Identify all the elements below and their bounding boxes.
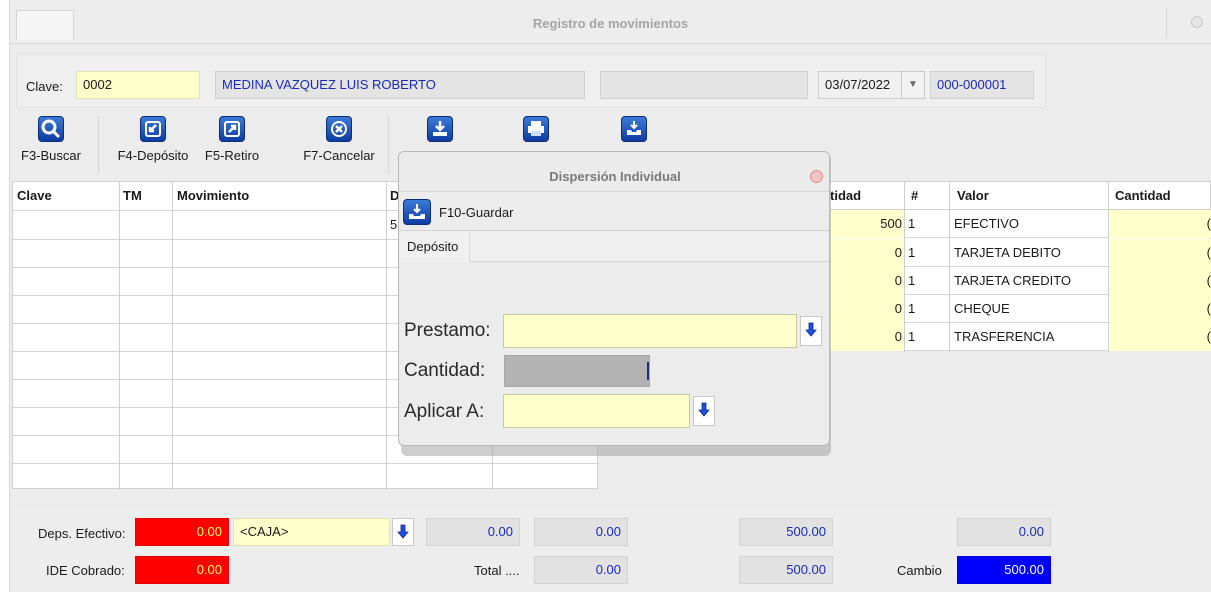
deps-efectivo-label: Deps. Efectivo: [38,526,126,541]
payment-valor: TRASFERENCIA [954,329,1055,344]
footer-value-4: 0.00 [957,518,1051,546]
date-dropdown-icon[interactable]: ▼ [901,71,925,99]
tab-deposito[interactable]: Depósito [399,232,470,262]
prestamo-dropdown-button[interactable] [800,316,822,346]
ide-cobrado-label: IDE Cobrado: [46,563,125,578]
extra-field [600,71,808,99]
payment-valor: TARJETA CREDITO [954,273,1072,288]
window-close-icon[interactable] [1191,16,1203,28]
toolbar-separator [98,116,99,174]
payment-num: 1 [908,329,916,344]
footer-value-2: 0.00 [534,518,628,546]
payments-header-num[interactable]: # [911,182,918,210]
payment-amount: 0 [830,295,904,323]
aplicar-dropdown-button[interactable] [693,396,715,426]
titlebar-separator [1166,8,1167,38]
save-tray-icon[interactable] [403,199,431,225]
total-field: 0.00 [534,556,628,584]
grid-header-clave[interactable]: Clave [17,182,52,210]
payment-cantidad[interactable]: ( [1109,323,1211,351]
footer-value-3: 500.00 [739,518,833,546]
payment-valor: EFECTIVO [954,216,1020,231]
cancel-button[interactable]: F7-Cancelar [296,116,382,174]
payment-num: 1 [908,301,916,316]
total-label: Total .... [474,563,520,578]
payment-valor: CHEQUE [954,301,1010,316]
payment-num: 1 [908,216,916,231]
dialog-close-icon[interactable] [810,170,823,183]
grid-header-movimiento[interactable]: Movimiento [177,182,249,210]
cancel-button-label: F7-Cancelar [303,148,375,163]
blue-down-arrow-icon [698,402,710,417]
payments-header-valor[interactable]: Valor [957,182,989,210]
deps-efectivo-field: 0.00 [135,518,229,546]
cambio-label: Cambio [897,563,942,578]
toolbar-separator [388,116,389,174]
payment-cantidad[interactable]: ( [1109,267,1211,295]
footer-value-5: 500.00 [739,556,833,584]
grid-header-tm[interactable]: TM [123,182,142,210]
folio-field: 000-000001 [930,71,1034,99]
payment-num: 1 [908,245,916,260]
payments-header-amount[interactable]: tidad [830,182,861,210]
cambio-field: 500.00 [957,556,1051,584]
blue-down-arrow-icon [397,524,409,539]
dialog-title: Dispersión Individual [549,169,681,184]
date-field[interactable]: 03/07/2022 [818,71,902,99]
payment-cantidad[interactable]: ( [1109,295,1211,323]
deposit-button[interactable]: F4-Depósito [112,116,194,174]
grid-col-line [172,182,173,490]
window-title: Registro de movimientos [532,16,689,31]
tray-inbox-icon [621,116,647,142]
cantidad-label: Cantidad: [404,360,486,381]
deposit-button-label: F4-Depósito [117,148,189,163]
payment-cantidad[interactable]: ( [1109,210,1211,238]
aplicar-label: Aplicar A: [404,401,485,422]
grid-row-line [13,463,599,464]
save-tray-icon [427,116,453,142]
nombre-field: MEDINA VAZQUEZ LUIS ROBERTO [215,71,585,99]
payment-amount: 0 [830,239,904,267]
withdraw-button[interactable]: F5-Retiro [204,116,260,174]
footer-value-1: 0.00 [426,518,520,546]
payment-amount: 500 [830,210,904,238]
save-button-label[interactable]: F10-Guardar [439,205,513,220]
deposit-arrow-icon [140,116,166,142]
dialog-titlebar[interactable]: Dispersión Individual [399,152,829,192]
payments-header-cantidad[interactable]: Cantidad [1115,182,1171,210]
payment-amount: 0 [830,323,904,351]
prestamo-input[interactable] [503,314,797,348]
prestamo-label: Prestamo: [404,320,491,341]
caja-select[interactable]: <CAJA> [233,518,390,546]
left-window-edge [0,0,10,592]
payment-amount: 0 [830,267,904,295]
payment-num: 1 [908,273,916,288]
window-titlebar: Registro de movimientos [10,0,1211,44]
aplicar-input[interactable] [503,394,690,428]
cantidad-input[interactable] [504,355,650,387]
dialog-toolbar: F10-Guardar [399,193,829,231]
dialog-tabstrip: Depósito [399,232,829,262]
payment-valor: TARJETA DEBITO [954,245,1061,260]
caja-dropdown-button[interactable] [392,518,414,546]
ide-cobrado-field: 0.00 [135,556,229,584]
dispersion-dialog[interactable]: Dispersión Individual F10-Guardar Depósi… [398,151,830,446]
printer-icon [523,116,549,142]
payment-cantidad[interactable]: ( [1109,239,1211,267]
search-icon [38,116,64,142]
clave-input[interactable]: 0002 [76,71,200,99]
withdraw-button-label: F5-Retiro [204,148,260,163]
grid-col-line [119,182,120,490]
grid-cell: 5 [390,217,398,232]
withdraw-arrow-icon [219,116,245,142]
cancel-x-icon [326,116,352,142]
clave-label: Clave: [26,79,63,94]
search-button[interactable]: F3-Buscar [16,116,86,174]
search-button-label: F3-Buscar [21,148,81,163]
blue-down-arrow-icon [805,322,817,337]
grid-col-line [386,182,387,490]
text-cursor [647,362,649,380]
